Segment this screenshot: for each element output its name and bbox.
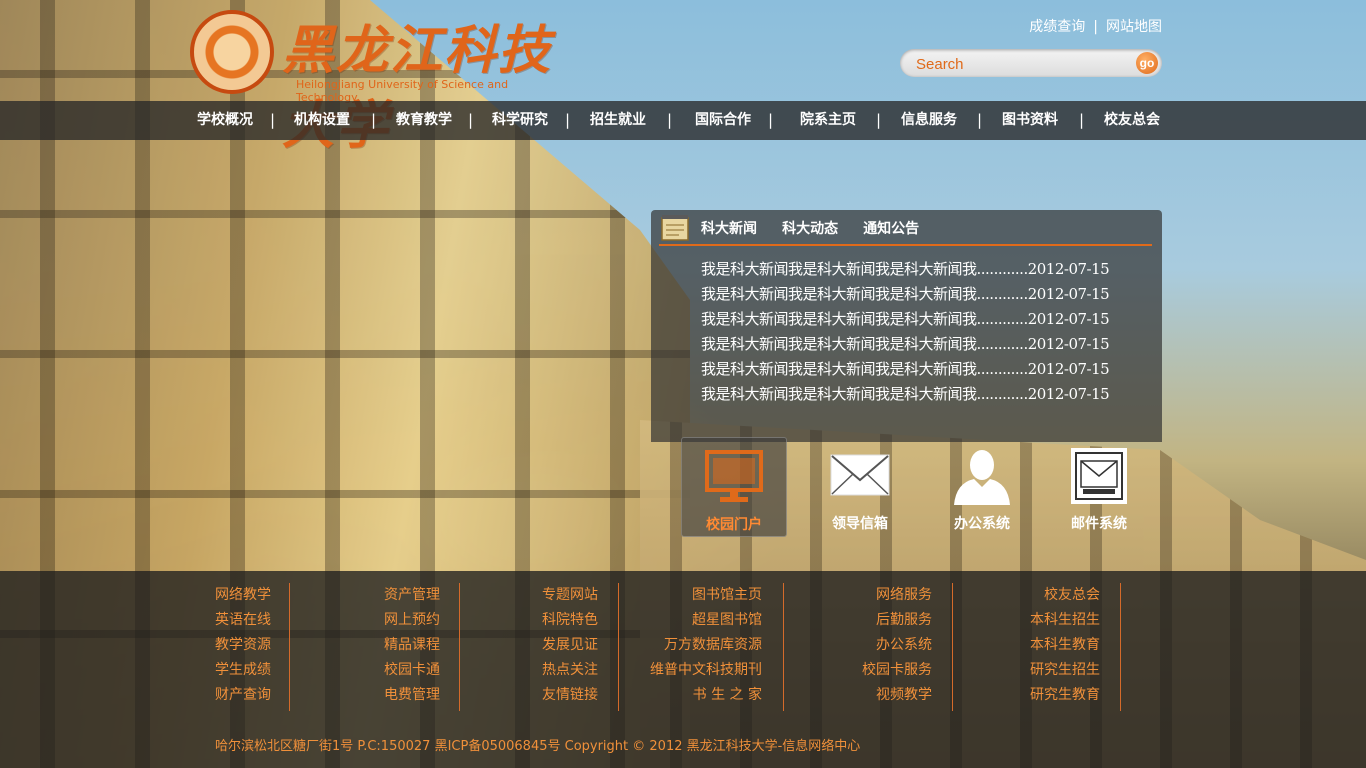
- footer-divider: [618, 583, 619, 711]
- footer-column: 网络教学 英语在线 教学资源 学生成绩 财产查询: [215, 583, 365, 708]
- nav-item-school-overview[interactable]: 学校概况: [197, 101, 253, 140]
- footer-link[interactable]: 办公系统: [832, 633, 932, 658]
- footer-divider: [1120, 583, 1121, 711]
- person-icon: [954, 450, 1010, 505]
- news-item[interactable]: 我是科大新闻我是科大新闻我是科大新闻我............2012-07-1…: [701, 385, 1110, 410]
- nav-separator: |: [468, 111, 474, 129]
- footer-divider: [459, 583, 460, 711]
- mail-system-label: 邮件系统: [1071, 516, 1127, 532]
- footer-link[interactable]: 财产查询: [215, 683, 365, 708]
- footer-link[interactable]: 学生成绩: [215, 658, 365, 683]
- footer-link[interactable]: 校友总会: [1000, 583, 1100, 608]
- nav-separator: |: [1079, 111, 1085, 129]
- nav-item-faculty-pages[interactable]: 院系主页: [800, 101, 856, 140]
- footer: 网络教学 英语在线 教学资源 学生成绩 财产查询 资产管理 网上预约 精品课程 …: [0, 571, 1366, 768]
- nav-separator: |: [371, 111, 377, 129]
- footer-link[interactable]: 英语在线: [215, 608, 365, 633]
- leader-mailbox-button[interactable]: 领导信箱: [808, 437, 912, 535]
- footer-column: 校友总会 本科生招生 本科生教育 研究生招生 研究生教育: [1000, 583, 1100, 708]
- footer-column: 图书馆主页 超星图书馆 万方数据库资源 维普中文科技期刊 书 生 之 家: [632, 583, 762, 708]
- footer-link[interactable]: 研究生招生: [1000, 658, 1100, 683]
- quick-links: 校园门户 领导信箱 办公系统 邮件系统: [651, 437, 1162, 537]
- campus-portal-label: 校园门户: [706, 517, 762, 533]
- footer-divider: [289, 583, 290, 711]
- footer-link[interactable]: 超星图书馆: [632, 608, 762, 633]
- top-links: 成绩查询 | 网站地图: [1029, 16, 1162, 36]
- nav-item-info-services[interactable]: 信息服务: [901, 101, 957, 140]
- university-logo[interactable]: 黑龙江科技大学 Heilongjiang University of Scien…: [190, 8, 570, 156]
- footer-link[interactable]: 图书馆主页: [632, 583, 762, 608]
- nav-item-departments[interactable]: 机构设置: [294, 101, 350, 140]
- footer-divider: [783, 583, 784, 711]
- site-map-link[interactable]: 网站地图: [1106, 19, 1162, 35]
- news-tabs: 科大新闻 科大动态 通知公告: [701, 218, 939, 238]
- office-system-button[interactable]: 办公系统: [930, 437, 1034, 535]
- mail-system-icon: [1071, 448, 1127, 504]
- main-nav: 学校概况 | 机构设置 | 教育教学 | 科学研究 | 招生就业 | 国际合作 …: [0, 101, 1366, 140]
- copyright-text: 哈尔滨松北区糖厂街1号 P.C:150027 黑ICP备05006845号 Co…: [215, 739, 861, 754]
- footer-link[interactable]: 维普中文科技期刊: [632, 658, 762, 683]
- footer-link[interactable]: 万方数据库资源: [632, 633, 762, 658]
- envelope-icon: [830, 454, 890, 496]
- search-input[interactable]: [914, 54, 1128, 74]
- nav-separator: |: [876, 111, 882, 129]
- footer-link[interactable]: 本科生招生: [1000, 608, 1100, 633]
- nav-separator: |: [768, 111, 774, 129]
- footer-divider: [952, 583, 953, 711]
- footer-link[interactable]: 研究生教育: [1000, 683, 1100, 708]
- nav-separator: |: [977, 111, 983, 129]
- footer-link[interactable]: 教学资源: [215, 633, 365, 658]
- footer-link[interactable]: 视频教学: [832, 683, 932, 708]
- nav-separator: |: [270, 111, 276, 129]
- nav-item-admissions[interactable]: 招生就业: [590, 101, 646, 140]
- news-panel: 科大新闻 科大动态 通知公告 我是科大新闻我是科大新闻我是科大新闻我......…: [651, 210, 1162, 442]
- nav-item-education[interactable]: 教育教学: [396, 101, 452, 140]
- footer-link[interactable]: 网络教学: [215, 583, 365, 608]
- tab-keda-news[interactable]: 科大新闻: [701, 218, 757, 238]
- nav-separator: |: [667, 111, 673, 129]
- news-item[interactable]: 我是科大新闻我是科大新闻我是科大新闻我............2012-07-1…: [701, 260, 1110, 285]
- news-item[interactable]: 我是科大新闻我是科大新闻我是科大新闻我............2012-07-1…: [701, 285, 1110, 310]
- footer-link[interactable]: 后勤服务: [832, 608, 932, 633]
- news-list: 我是科大新闻我是科大新闻我是科大新闻我............2012-07-1…: [701, 260, 1110, 410]
- tab-keda-updates[interactable]: 科大动态: [782, 218, 838, 238]
- campus-portal-button[interactable]: 校园门户: [681, 437, 787, 537]
- nav-item-international[interactable]: 国际合作: [695, 101, 751, 140]
- footer-column: 网络服务 后勤服务 办公系统 校园卡服务 视频教学: [832, 583, 932, 708]
- news-item[interactable]: 我是科大新闻我是科大新闻我是科大新闻我............2012-07-1…: [701, 335, 1110, 360]
- news-item[interactable]: 我是科大新闻我是科大新闻我是科大新闻我............2012-07-1…: [701, 310, 1110, 335]
- footer-link[interactable]: 校园卡服务: [832, 658, 932, 683]
- search-box: go: [900, 49, 1162, 77]
- search-go-button[interactable]: go: [1136, 52, 1158, 74]
- news-tab-underline: [659, 244, 1152, 246]
- tab-notices[interactable]: 通知公告: [863, 218, 919, 238]
- office-system-label: 办公系统: [954, 516, 1010, 532]
- footer-link[interactable]: 本科生教育: [1000, 633, 1100, 658]
- notepad-icon: [661, 215, 689, 241]
- grade-query-link[interactable]: 成绩查询: [1029, 19, 1085, 35]
- top-link-separator: |: [1093, 19, 1098, 35]
- nav-item-research[interactable]: 科学研究: [492, 101, 548, 140]
- footer-link[interactable]: 书 生 之 家: [632, 683, 762, 708]
- leader-mailbox-label: 领导信箱: [832, 516, 888, 532]
- nav-separator: |: [565, 111, 571, 129]
- nav-item-alumni[interactable]: 校友总会: [1104, 101, 1160, 140]
- footer-link[interactable]: 网络服务: [832, 583, 932, 608]
- news-item[interactable]: 我是科大新闻我是科大新闻我是科大新闻我............2012-07-1…: [701, 360, 1110, 385]
- mail-system-button[interactable]: 邮件系统: [1047, 437, 1151, 535]
- university-seal-icon: [190, 10, 274, 94]
- nav-item-library[interactable]: 图书资料: [1002, 101, 1058, 140]
- monitor-icon: [705, 450, 763, 502]
